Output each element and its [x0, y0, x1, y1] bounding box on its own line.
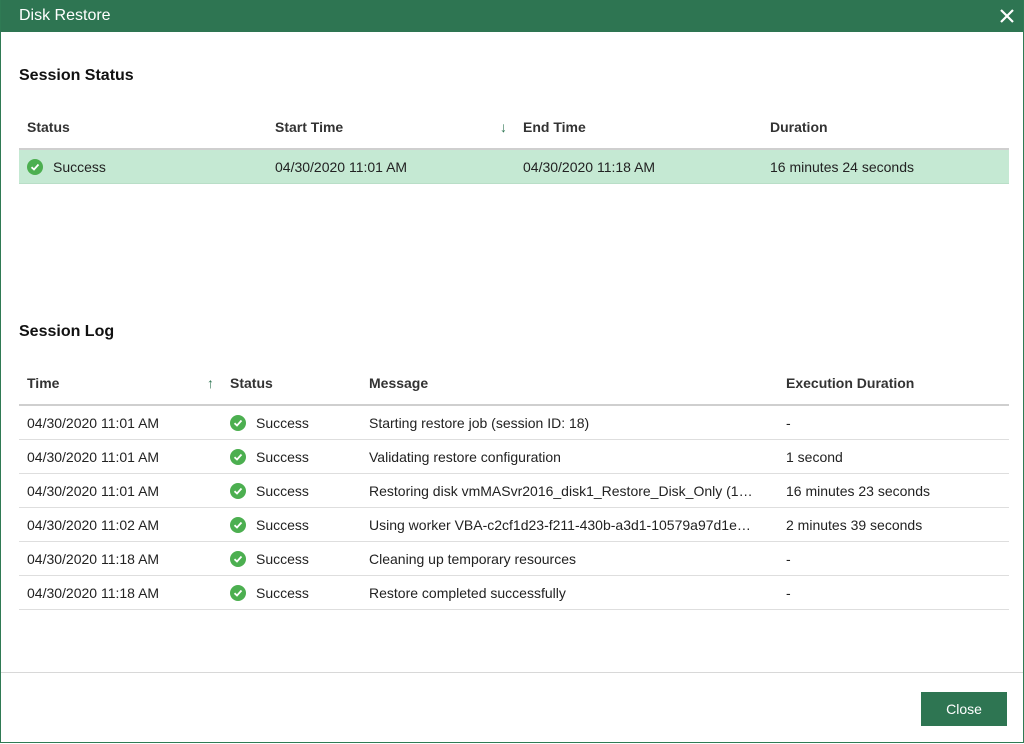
session-status-table: Status Start Time ↓ End Time Duration Suc… — [19, 106, 1009, 184]
disk-restore-dialog: Disk Restore Session Status Status Start… — [0, 0, 1024, 743]
status-label: Success — [256, 482, 309, 499]
status-cell: Success — [222, 516, 361, 533]
status-cell: Success — [222, 414, 361, 431]
table-row[interactable]: 04/30/2020 11:01 AM Success Starting resto… — [19, 406, 1009, 440]
time-cell: 04/30/2020 11:01 AM — [27, 414, 160, 431]
execution-duration-cell: 1 second — [786, 448, 843, 465]
sort-descending-icon: ↓ — [500, 119, 507, 135]
message-cell: Restoring disk vmMASvr2016_disk1_Restore… — [369, 482, 753, 499]
success-check-icon — [230, 448, 246, 465]
message-cell: Cleaning up temporary resources — [369, 550, 576, 567]
table-row[interactable]: Success 04/30/2020 11:01 AM 04/30/2020 1… — [19, 150, 1009, 184]
success-check-icon — [230, 584, 246, 601]
title-bar: Disk Restore — [1, 0, 1023, 32]
execution-duration-cell: 2 minutes 39 seconds — [786, 516, 923, 533]
message-cell: Starting restore job (session ID: 18) — [369, 414, 590, 431]
window-title: Disk Restore — [19, 7, 111, 24]
table-row[interactable]: 04/30/2020 11:01 AM Success Restoring disk… — [19, 474, 1009, 508]
column-execution-duration[interactable]: Execution Duration — [778, 375, 1009, 391]
time-cell: 04/30/2020 11:18 AM — [27, 550, 160, 567]
status-cell: Success — [222, 584, 361, 601]
status-cell: Success — [222, 448, 361, 465]
status-cell: Success — [222, 550, 361, 567]
execution-duration-cell: - — [786, 550, 791, 567]
end-time-cell: 04/30/2020 11:18 AM — [523, 158, 656, 175]
table-row[interactable]: 04/30/2020 11:02 AM Success Using worker V… — [19, 508, 1009, 542]
execution-duration-cell: - — [786, 414, 791, 431]
column-end-time[interactable]: End Time — [515, 119, 762, 135]
table-row[interactable]: 04/30/2020 11:18 AM Success Restore comple… — [19, 576, 1009, 610]
session-log-heading: Session Log — [19, 323, 115, 340]
success-check-icon — [230, 550, 246, 567]
success-check-icon — [230, 414, 246, 431]
time-cell: 04/30/2020 11:01 AM — [27, 448, 160, 465]
status-label: Success — [256, 414, 309, 431]
session-log-rows: 04/30/2020 11:01 AM Success Starting resto… — [19, 406, 1009, 610]
execution-duration-cell: 16 minutes 23 seconds — [786, 482, 930, 499]
status-label: Success — [256, 448, 309, 465]
column-message[interactable]: Message — [361, 375, 778, 391]
message-cell: Restore completed successfully — [369, 584, 566, 601]
duration-cell: 16 minutes 24 seconds — [770, 158, 914, 175]
time-cell: 04/30/2020 11:02 AM — [27, 516, 160, 533]
message-cell: Validating restore configuration — [369, 448, 561, 465]
start-time-cell: 04/30/2020 11:01 AM — [275, 158, 408, 175]
column-log-status[interactable]: Status — [222, 375, 361, 391]
session-status-header: Status Start Time ↓ End Time Duration — [19, 106, 1009, 150]
footer-divider — [1, 672, 1023, 673]
success-check-icon — [27, 158, 43, 175]
time-cell: 04/30/2020 11:18 AM — [27, 584, 160, 601]
column-duration[interactable]: Duration — [762, 119, 1009, 135]
message-cell: Using worker VBA-c2cf1d23-f211-430b-a3d1… — [369, 516, 751, 533]
status-label: Success — [256, 550, 309, 567]
table-row[interactable]: 04/30/2020 11:18 AM Success Cleaning up te… — [19, 542, 1009, 576]
column-time[interactable]: Time ↑ — [19, 375, 222, 391]
status-cell: Success — [19, 158, 267, 175]
session-log-table: Time ↑ Status Message Execution Duration … — [19, 362, 1009, 610]
close-icon[interactable] — [991, 0, 1023, 32]
status-label: Success — [256, 516, 309, 533]
close-button[interactable]: Close — [921, 692, 1007, 726]
status-cell: Success — [222, 482, 361, 499]
sort-ascending-icon: ↑ — [207, 375, 214, 391]
column-start-time[interactable]: Start Time ↓ — [267, 119, 515, 135]
table-row[interactable]: 04/30/2020 11:01 AM Success Validating res… — [19, 440, 1009, 474]
column-status[interactable]: Status — [19, 119, 267, 135]
session-status-heading: Session Status — [19, 67, 134, 84]
time-cell: 04/30/2020 11:01 AM — [27, 482, 160, 499]
success-check-icon — [230, 482, 246, 499]
success-check-icon — [230, 516, 246, 533]
execution-duration-cell: - — [786, 584, 791, 601]
status-label: Success — [256, 584, 309, 601]
session-log-header: Time ↑ Status Message Execution Duration — [19, 362, 1009, 406]
